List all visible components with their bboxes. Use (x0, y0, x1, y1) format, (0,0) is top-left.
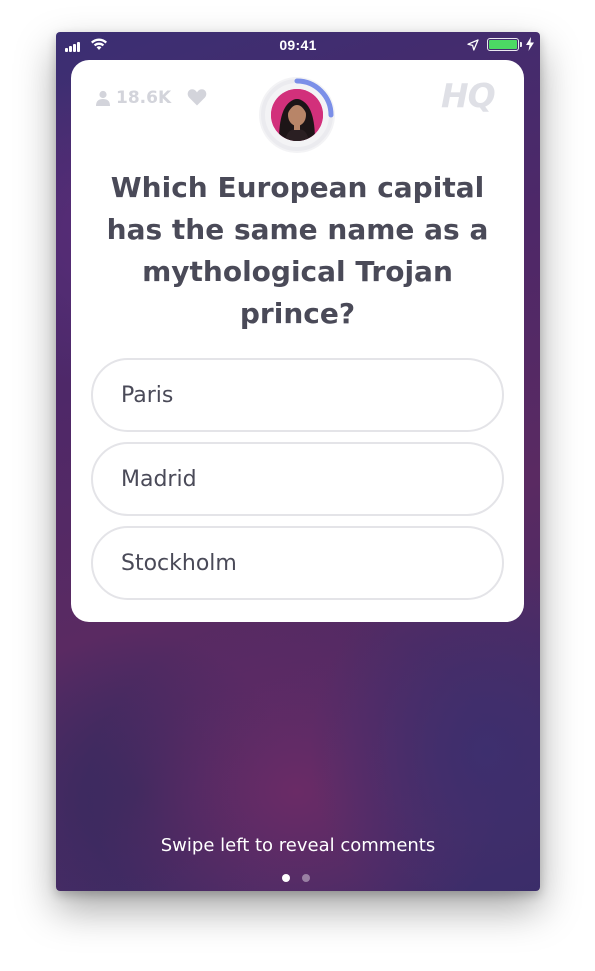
phone-screen: 09:41 18.6K HQ Which European capital ha… (56, 32, 540, 891)
host-timer (259, 77, 335, 153)
answer-label: Stockholm (121, 551, 237, 576)
answer-option[interactable]: Madrid (91, 442, 504, 516)
host-avatar (271, 89, 323, 141)
page-dot[interactable] (302, 874, 310, 882)
answer-option[interactable]: Stockholm (91, 526, 504, 600)
swipe-hint: Swipe left to reveal comments (160, 835, 436, 856)
page-indicator[interactable] (282, 874, 314, 882)
page-dot-active[interactable] (282, 874, 290, 882)
battery-level (489, 40, 517, 49)
heart-icon[interactable] (187, 88, 207, 106)
answer-label: Madrid (121, 467, 197, 492)
status-bar: 09:41 (56, 32, 540, 58)
question-card: 18.6K HQ Which European capital has the … (71, 60, 524, 622)
question-text: Which European capital has the same name… (106, 171, 489, 330)
person-icon (96, 90, 110, 106)
battery-icon (487, 38, 522, 51)
charging-icon (526, 37, 534, 51)
answer-list: Paris Madrid Stockholm (91, 358, 504, 610)
viewer-count: 18.6K (95, 87, 171, 109)
viewer-count-label: 18.6K (116, 88, 172, 108)
location-arrow-icon (467, 39, 479, 51)
answer-option[interactable]: Paris (91, 358, 504, 432)
hq-logo: HQ (441, 76, 496, 115)
answer-label: Paris (121, 383, 174, 408)
